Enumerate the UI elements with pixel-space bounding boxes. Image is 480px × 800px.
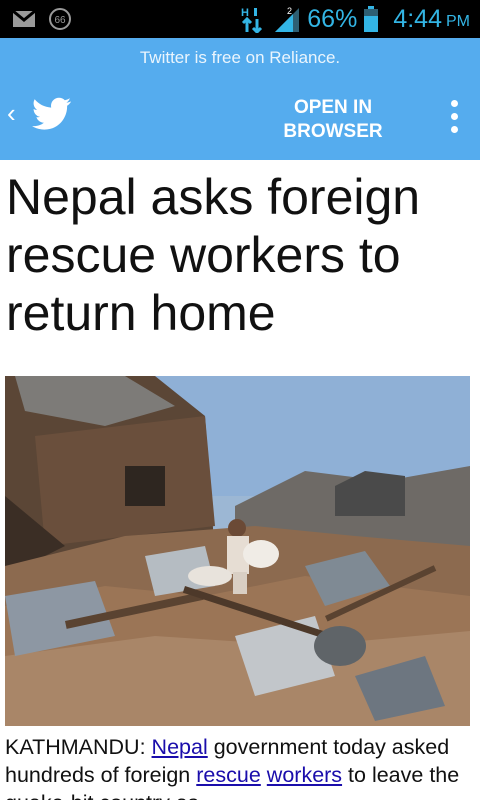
update-badge-count: 66 [54,15,66,26]
battery-percent: 66% [307,4,358,33]
link-nepal[interactable]: Nepal [152,735,208,759]
reliance-notice: Twitter is free on Reliance. [139,48,341,67]
link-rescue[interactable]: rescue [196,763,261,787]
open-in-browser-line1: OPEN IN [293,97,373,118]
open-in-browser-line2: BROWSER [283,121,383,142]
battery-icon [364,6,379,32]
clock-ampm: PM [446,13,470,30]
menu-dot [450,113,458,120]
article-headline: Nepal asks foreign rescue workers to ret… [6,169,421,341]
gmail-notification-icon [12,9,36,27]
clock-time: 4:44 [393,4,442,33]
twitter-bird-icon[interactable] [32,96,72,132]
earthquake-rubble-image [5,376,470,726]
status-bar-left: 66 [12,7,72,31]
sim-number-label: 2 [287,6,292,16]
menu-dot [450,126,458,133]
link-workers[interactable]: workers [267,763,342,787]
back-button[interactable]: ‹ [7,100,16,126]
update-badge-icon: 66 [49,8,71,30]
status-bar: 66 H 2 66% 4:44 PM [0,0,480,38]
article-body: KATHMANDU: Nepal government today asked … [5,733,475,800]
signal-strength-icon: 2 [275,6,300,32]
open-in-browser-button[interactable]: OPEN IN BROWSER [268,96,398,144]
overflow-menu-icon[interactable] [446,100,462,140]
article-dateline: KATHMANDU: [5,735,146,759]
status-bar-right: H 2 66% 4:44 PM [239,0,470,38]
mobile-data-icon: H [241,7,263,33]
network-type-label: H [241,7,249,19]
twitter-header-bar: Twitter is free on Reliance. ‹ OPEN IN B… [0,38,480,160]
menu-dot [450,100,458,107]
article-photo [5,376,470,726]
